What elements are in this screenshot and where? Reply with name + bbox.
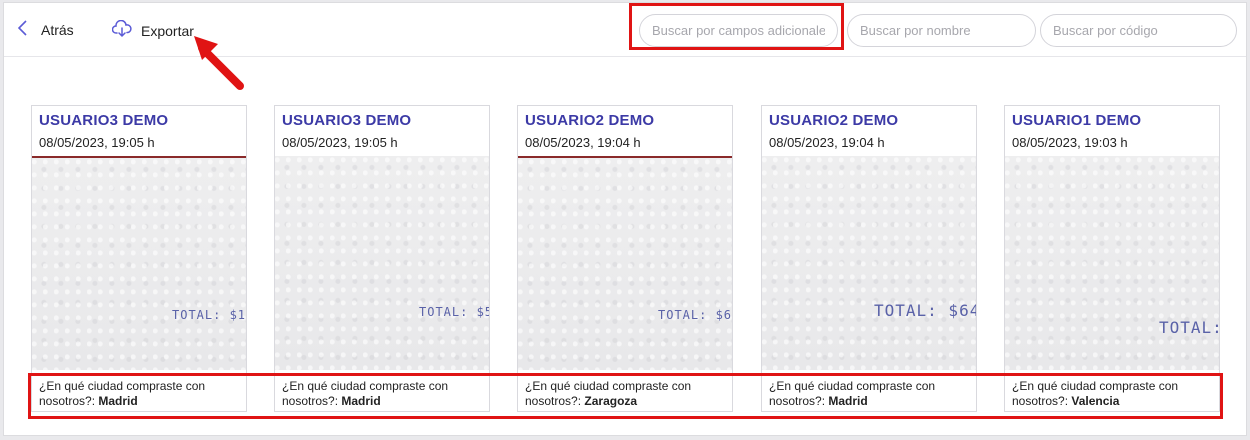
back-label: Atrás [41, 21, 74, 38]
export-button[interactable]: Exportar [111, 19, 194, 41]
receipt-total-text: TOTAL: $1 [172, 308, 246, 322]
receipt-total-text: TOTAL: [1159, 318, 1219, 337]
card-user-name: USUARIO3 DEMO [282, 112, 412, 129]
card-date: 08/05/2023, 19:03 h [1012, 135, 1128, 150]
receipt-image[interactable]: TOTAL: $5 [275, 156, 489, 370]
card-user-name: USUARIO1 DEMO [1012, 112, 1142, 129]
receipt-total-text: TOTAL: $5 [419, 305, 489, 319]
card-date: 08/05/2023, 19:04 h [525, 135, 641, 150]
receipt-total-text: TOTAL: $6 [658, 308, 732, 322]
card-user-name: USUARIO2 DEMO [525, 112, 655, 129]
submission-card[interactable]: USUARIO3 DEMO 08/05/2023, 19:05 h TOTAL:… [274, 105, 490, 412]
search-code-input[interactable] [1040, 14, 1237, 47]
receipt-image[interactable]: TOTAL: $6 [518, 156, 732, 370]
search-highlight-box [629, 3, 844, 50]
card-date: 08/05/2023, 19:05 h [282, 135, 398, 150]
answers-highlight-box [28, 373, 1223, 419]
export-label: Exportar [141, 22, 194, 39]
annotation-arrow [194, 36, 244, 90]
search-name-input[interactable] [847, 14, 1036, 47]
card-user-name: USUARIO2 DEMO [769, 112, 899, 129]
back-button[interactable]: Atrás [17, 20, 74, 39]
chevron-left-icon [17, 20, 27, 39]
submission-card[interactable]: USUARIO1 DEMO 08/05/2023, 19:03 h TOTAL:… [1004, 105, 1220, 412]
receipt-total-text: TOTAL: $64 [874, 301, 976, 320]
receipt-image[interactable]: TOTAL: $64 [762, 156, 976, 370]
submission-card[interactable]: USUARIO2 DEMO 08/05/2023, 19:04 h TOTAL:… [761, 105, 977, 412]
card-user-name: USUARIO3 DEMO [39, 112, 169, 129]
submission-card[interactable]: USUARIO3 DEMO 08/05/2023, 19:05 h TOTAL:… [31, 105, 247, 412]
cloud-download-icon [111, 19, 132, 41]
card-date: 08/05/2023, 19:04 h [769, 135, 885, 150]
receipt-image[interactable]: TOTAL: $1 [32, 156, 246, 370]
receipt-image[interactable]: TOTAL: [1005, 156, 1219, 370]
submission-card[interactable]: USUARIO2 DEMO 08/05/2023, 19:04 h TOTAL:… [517, 105, 733, 412]
card-date: 08/05/2023, 19:05 h [39, 135, 155, 150]
